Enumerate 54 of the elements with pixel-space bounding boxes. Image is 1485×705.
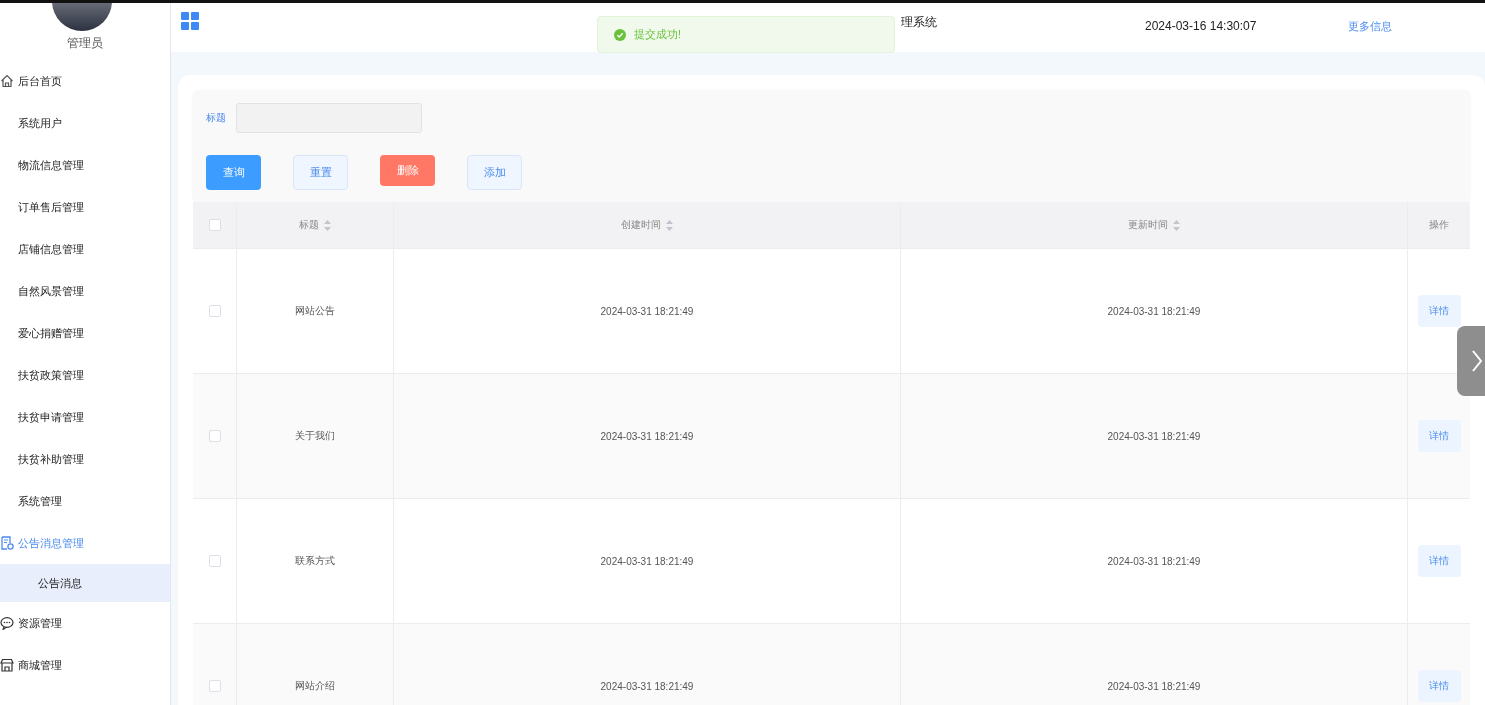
grid-menu-icon xyxy=(181,12,199,30)
submenu-item[interactable]: 公告消息 xyxy=(0,564,170,602)
menu-item[interactable]: 自然风景管理 xyxy=(0,270,170,312)
system-title: 理系统 xyxy=(901,14,937,31)
menu-item[interactable]: 商城管理 xyxy=(0,644,170,686)
table-cell: 2024-03-31 18:21:49 xyxy=(600,680,694,692)
column-header: 创建时间 xyxy=(621,218,661,232)
menu-item[interactable]: 爱心捐赠管理 xyxy=(0,312,170,354)
checkbox[interactable] xyxy=(208,555,221,567)
search-field[interactable] xyxy=(236,103,422,133)
table-cell: 2024-03-31 18:21:49 xyxy=(600,305,694,317)
menu-item[interactable]: 公告消息管理 xyxy=(0,522,170,564)
column-header: 操作 xyxy=(1429,218,1449,232)
sort-icon xyxy=(1173,219,1180,231)
menu-item[interactable]: 系统管理 xyxy=(0,480,170,522)
table-cell: 2024-03-31 18:21:49 xyxy=(600,555,694,567)
table-cell: 2024-03-31 18:21:49 xyxy=(600,430,694,442)
checkbox[interactable] xyxy=(208,430,221,442)
checkbox[interactable] xyxy=(208,219,221,231)
menu-item[interactable]: 店铺信息管理 xyxy=(0,228,170,270)
toast-message: 提交成功! xyxy=(634,27,682,42)
date-time: 2024-03-16 14:30:07 xyxy=(1145,19,1257,33)
more-info-link[interactable]: 更多信息 xyxy=(1348,19,1393,34)
sort-icon xyxy=(666,219,673,231)
column-header: 更新时间 xyxy=(1128,218,1168,232)
chevron-right-icon xyxy=(1471,350,1483,372)
expand-handle[interactable] xyxy=(1457,326,1485,396)
chat-bubble-icon xyxy=(0,616,14,630)
search-label: 标题 xyxy=(206,111,226,125)
user-name: 管理员 xyxy=(66,35,104,52)
table-cell: 关于我们 xyxy=(295,429,335,443)
table-cell: 联系方式 xyxy=(295,554,335,568)
column-header: 标题 xyxy=(299,218,319,232)
check-circle-icon xyxy=(614,28,626,41)
menu-item[interactable]: 后台首页 xyxy=(0,60,170,102)
table-cell: 2024-03-31 18:21:49 xyxy=(1107,305,1201,317)
table-cell: 2024-03-31 18:21:49 xyxy=(1107,680,1201,692)
document-icon xyxy=(0,536,14,550)
shop-icon xyxy=(0,658,14,672)
table-cell: 2024-03-31 18:21:49 xyxy=(1107,555,1201,567)
menu-item[interactable]: 扶贫申请管理 xyxy=(0,396,170,438)
menu-item[interactable]: 扶贫政策管理 xyxy=(0,354,170,396)
table-cell: 网站公告 xyxy=(295,304,335,318)
menu-item[interactable]: 扶贫补助管理 xyxy=(0,438,170,480)
table-cell: 网站介绍 xyxy=(295,679,335,693)
sort-icon xyxy=(324,219,331,231)
checkbox[interactable] xyxy=(208,680,221,692)
checkbox[interactable] xyxy=(208,305,221,317)
menu-item[interactable]: 资源管理 xyxy=(0,602,170,644)
menu-item[interactable]: 物流信息管理 xyxy=(0,144,170,186)
table-cell: 2024-03-31 18:21:49 xyxy=(1107,430,1201,442)
menu-item[interactable]: 订单售后管理 xyxy=(0,186,170,228)
home-icon xyxy=(0,74,14,88)
menu-item[interactable]: 系统用户 xyxy=(0,102,170,144)
